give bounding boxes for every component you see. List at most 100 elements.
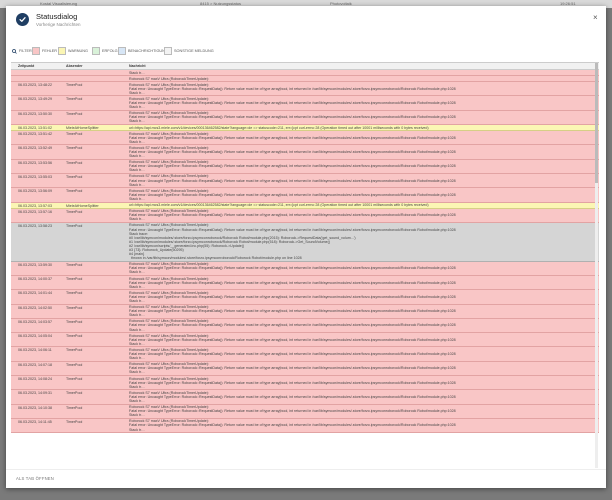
table-scrollbar[interactable] — [595, 63, 598, 468]
filter-fehler-toggle[interactable]: FEHLER — [32, 46, 57, 56]
filter-benachrichtigung-label: BENACHRICHTIGUNG — [128, 49, 168, 53]
cell-sender: TimerPool — [66, 189, 83, 194]
cell-time: 06.03.2023, 13:55:03 — [18, 174, 52, 179]
table-row[interactable]: 06.03.2023, 14:00:37 TimerPool Roborock S7… — [11, 276, 599, 291]
cell-time: 06.03.2023, 13:52:49 — [18, 146, 52, 151]
cell-time: 06.03.2023, 14:00:37 — [18, 277, 52, 282]
cell-time: 06.03.2023, 13:58:23 — [18, 223, 52, 228]
message-table: Zeitpunkt Absender Nachricht Stack tr… Ro… — [11, 62, 599, 468]
cell-sender: MieleAtHomeSplitter — [66, 203, 99, 208]
cell-sender: TimerPool — [66, 146, 83, 151]
filter-search[interactable]: FILTER — [12, 46, 32, 56]
cell-sender: TimerPool — [66, 223, 83, 228]
benachrichtigung-checkbox[interactable] — [118, 47, 126, 55]
cell-time: 06.03.2023, 13:59:30 — [18, 262, 52, 267]
cell-sender: TimerPool — [66, 291, 83, 296]
filter-benachrichtigung-toggle[interactable]: BENACHRICHTIGUNG — [118, 46, 168, 56]
close-icon[interactable]: × — [593, 14, 598, 22]
cell-time: 06.03.2023, 13:51:02 — [18, 126, 52, 131]
table-row[interactable]: 06.03.2023, 13:55:03 TimerPool Roborock S7… — [11, 173, 599, 189]
table-row[interactable]: 06.03.2023, 13:57:16 TimerPool Roborock S7… — [11, 208, 599, 223]
table-row[interactable]: 06.03.2023, 14:09:31 TimerPool Roborock S7… — [11, 390, 599, 405]
cell-time: 06.03.2023, 13:57:16 — [18, 209, 52, 214]
cell-message: Roborock S7 maxV Ultra (RoborockTimerUpd… — [129, 305, 456, 318]
sonstige-checkbox[interactable] — [164, 47, 172, 55]
cell-sender: TimerPool — [66, 160, 83, 165]
table-row[interactable]: 06.03.2023, 14:06:11 TimerPool Roborock S7… — [11, 347, 599, 362]
cell-sender: TimerPool — [66, 348, 83, 353]
table-row[interactable]: 06.03.2023, 14:01:44 TimerPool Roborock S7… — [11, 290, 599, 305]
cell-time: 06.03.2023, 14:11:45 — [18, 419, 52, 424]
fehler-checkbox[interactable] — [32, 47, 40, 55]
cell-time: 06.03.2023, 13:51:42 — [18, 132, 52, 137]
table-row[interactable]: 06.03.2023, 13:59:30 TimerPool Roborock S7… — [11, 261, 599, 277]
filter-label: FILTER — [19, 49, 32, 53]
filter-warnung-toggle[interactable]: WARNUNG — [58, 46, 88, 56]
scrollbar-thumb[interactable] — [595, 63, 598, 183]
cell-sender: TimerPool — [66, 334, 83, 339]
table-row[interactable]: 06.03.2023, 14:02:50 TimerPool Roborock S7… — [11, 304, 599, 319]
table-row[interactable]: 06.03.2023, 13:49:29 TimerPool Roborock S7… — [11, 96, 599, 111]
table-row[interactable]: 06.03.2023, 14:03:57 TimerPool Roborock S7… — [11, 318, 599, 334]
table-row[interactable]: 06.03.2023, 13:56:09 TimerPool Roborock S7… — [11, 188, 599, 203]
column-header-absender[interactable]: Absender — [66, 64, 83, 68]
cell-sender: MieleAtHomeSplitter — [66, 126, 99, 131]
cell-time: 06.03.2023, 14:03:57 — [18, 319, 52, 324]
cell-sender: TimerPool — [66, 391, 83, 396]
cell-message: Roborock S7 maxV Ultra (RoborockTimerUpd… — [129, 333, 456, 346]
cell-message: Roborock S7 maxV Ultra (RoborockTimerUpd… — [129, 76, 209, 81]
cell-message: Roborock S7 maxV Ultra (RoborockTimerUpd… — [129, 209, 456, 222]
column-header-zeitpunkt[interactable]: Zeitpunkt — [18, 64, 34, 68]
cell-time: 06.03.2023, 14:10:38 — [18, 405, 52, 410]
cell-time: 06.03.2023, 13:56:09 — [18, 189, 52, 194]
table-body: Stack tr… Roborock S7 maxV Ultra (Roboroc… — [11, 70, 599, 434]
cell-message: Roborock S7 maxV Ultra (RoborockTimerUpd… — [129, 96, 456, 110]
cell-message: Roborock S7 maxV Ultra (RoborockTimerUpd… — [129, 262, 456, 275]
cell-message: Stack tr… — [129, 70, 145, 75]
cell-message: Roborock S7 maxV Ultra (RoborockTimerUpd… — [129, 82, 456, 95]
cell-message: Roborock S7 maxV Ultra (RoborockTimerUpd… — [129, 188, 456, 201]
table-row[interactable]: 06.03.2023, 14:08:24 TimerPool Roborock S7… — [11, 376, 599, 391]
cell-sender: TimerPool — [66, 362, 83, 367]
search-icon — [12, 48, 17, 54]
table-row[interactable]: 06.03.2023, 13:52:49 TimerPool Roborock S7… — [11, 145, 599, 160]
cell-time: 06.03.2023, 14:07:18 — [18, 362, 52, 367]
filter-warnung-label: WARNUNG — [68, 49, 88, 53]
cell-message: Roborock S7 maxV Ultra (RoborockTimerUpd… — [129, 347, 456, 361]
table-row[interactable]: 06.03.2023, 13:50:30 TimerPool Roborock S7… — [11, 110, 599, 126]
table-row[interactable]: 06.03.2023, 13:53:56 TimerPool Roborock S7… — [11, 159, 599, 174]
cell-time: 06.03.2023, 13:48:22 — [18, 83, 52, 88]
cell-message: Roborock S7 maxV Ultra (RoborockTimerUpd… — [129, 174, 456, 187]
cell-sender: TimerPool — [66, 209, 83, 214]
table-row[interactable]: 06.03.2023, 14:07:18 TimerPool Roborock S7… — [11, 361, 599, 376]
cell-sender: TimerPool — [66, 319, 83, 324]
table-row[interactable]: 06.03.2023, 13:48:22 TimerPool Roborock S7… — [11, 82, 599, 97]
cell-time: 06.03.2023, 14:02:50 — [18, 305, 52, 310]
cell-sender: TimerPool — [66, 419, 83, 424]
column-header-nachricht[interactable]: Nachricht — [129, 64, 146, 68]
cell-message: Roborock S7 maxV Ultra (RoborockTimerUpd… — [129, 362, 456, 375]
cell-sender: TimerPool — [66, 174, 83, 179]
warnung-checkbox[interactable] — [58, 47, 66, 55]
cell-time: 06.03.2023, 13:49:29 — [18, 97, 52, 102]
filter-erfolg-label: ERFOLG — [102, 49, 118, 53]
open-as-tab-button[interactable]: ALS TAB ÖFFNEN — [16, 476, 54, 481]
cell-message: Roborock S7 maxV Ultra (RoborockTimerUpd… — [129, 376, 456, 389]
filter-erfolg-toggle[interactable]: ERFOLG — [92, 46, 118, 56]
cell-message: Roborock S7 maxV Ultra (RoborockTimerUpd… — [129, 131, 456, 144]
cell-message: Roborock S7 maxV Ultra (RoborockTimerUpd… — [129, 405, 456, 418]
erfolg-checkbox[interactable] — [92, 47, 100, 55]
cell-message: Roborock S7 maxV Ultra (RoborockTimerUpd… — [129, 276, 456, 289]
cell-sender: TimerPool — [66, 97, 83, 102]
table-row[interactable]: 06.03.2023, 14:05:04 TimerPool Roborock S7… — [11, 333, 599, 348]
table-row[interactable]: 06.03.2023, 14:10:38 TimerPool Roborock S7… — [11, 404, 599, 419]
cell-sender: TimerPool — [66, 262, 83, 267]
cell-time: 06.03.2023, 13:57:03 — [18, 203, 52, 208]
table-row[interactable]: 06.03.2023, 13:51:42 TimerPool Roborock S7… — [11, 131, 599, 146]
cell-sender: TimerPool — [66, 377, 83, 381]
filter-sonstige-toggle[interactable]: SONSTIGE MELDUNG — [164, 46, 214, 56]
dialog-subtitle: Vorherige Nachrichten — [36, 22, 81, 27]
table-row[interactable]: 06.03.2023, 13:58:23 TimerPool Roborock S7… — [11, 222, 599, 262]
table-row[interactable]: 06.03.2023, 14:11:45 TimerPool Roborock S7… — [11, 418, 599, 434]
cell-time: 06.03.2023, 14:05:04 — [18, 334, 52, 339]
